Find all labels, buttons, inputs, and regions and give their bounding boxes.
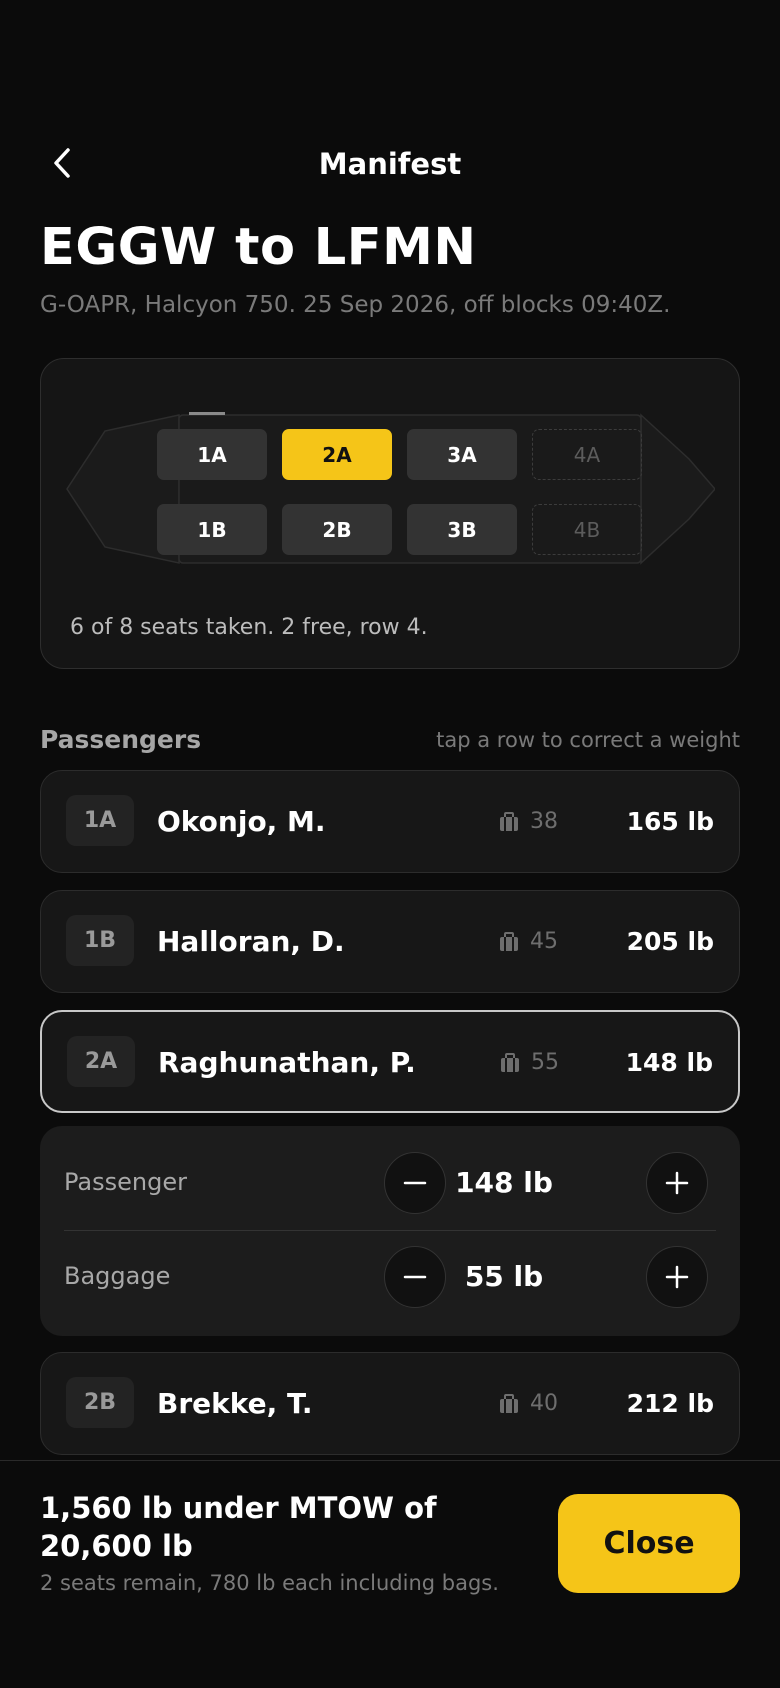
summary-footer: 1,560 lb under MTOW of 20,600 lb 2 seats… xyxy=(0,1460,780,1688)
minus-icon xyxy=(403,1275,427,1279)
passengers-hint: tap a row to correct a weight xyxy=(436,728,740,752)
seat-4B[interactable]: 4B xyxy=(532,504,642,555)
door-marker xyxy=(189,412,225,415)
baggage-weight-label: Baggage xyxy=(64,1262,171,1290)
passenger-name: Brekke, T. xyxy=(157,1387,313,1420)
minus-icon xyxy=(403,1181,427,1185)
passenger-row[interactable]: 2B Brekke, T. 40 212 lb xyxy=(40,1352,740,1455)
passenger-weight-row: Passenger 148 lb xyxy=(64,1148,716,1218)
divider xyxy=(64,1230,716,1231)
seat-map-card: 1A 2A 3A 4A 1B 2B 3B 4B 6 of 8 seats tak… xyxy=(40,358,740,669)
passenger-weight: 212 lb xyxy=(626,1389,714,1418)
passenger-name: Raghunathan, P. xyxy=(158,1046,416,1079)
suitcase-icon xyxy=(501,1052,519,1072)
route-title: EGGW to LFMN xyxy=(40,218,477,277)
seat-badge: 1B xyxy=(66,915,134,966)
page-title: Manifest xyxy=(318,147,462,181)
passenger-weight: 205 lb xyxy=(626,927,714,956)
passengers-heading: Passengers xyxy=(40,725,202,754)
passenger-row-selected[interactable]: 2A Raghunathan, P. 55 148 lb xyxy=(40,1010,740,1113)
suitcase-icon xyxy=(500,1393,518,1413)
passenger-name: Okonjo, M. xyxy=(157,805,326,838)
passenger-weight-label: Passenger xyxy=(64,1168,187,1196)
seat-3B[interactable]: 3B xyxy=(407,504,517,555)
seats-remaining-note: 2 seats remain, 780 lb each including ba… xyxy=(40,1571,499,1595)
nav-bar: Manifest xyxy=(0,135,780,195)
passenger-weight: 165 lb xyxy=(626,807,714,836)
passenger-row[interactable]: 1B Halloran, D. 45 205 lb xyxy=(40,890,740,993)
passenger-decrease-button[interactable] xyxy=(384,1152,446,1214)
plus-icon xyxy=(665,1265,689,1289)
baggage-increase-button[interactable] xyxy=(646,1246,708,1308)
baggage-weight-value: 55 lb xyxy=(464,1260,544,1293)
seat-4A[interactable]: 4A xyxy=(532,429,642,480)
baggage-weight: 45 xyxy=(530,929,558,954)
seat-summary: 6 of 8 seats taken. 2 free, row 4. xyxy=(70,615,428,640)
baggage-decrease-button[interactable] xyxy=(384,1246,446,1308)
seat-1A[interactable]: 1A xyxy=(157,429,267,480)
passenger-row[interactable]: 1A Okonjo, M. 38 165 lb xyxy=(40,770,740,873)
baggage-weight: 55 xyxy=(531,1050,559,1075)
passenger-weight: 148 lb xyxy=(625,1048,713,1077)
seat-3A[interactable]: 3A xyxy=(407,429,517,480)
seat-badge: 1A xyxy=(66,795,134,846)
passenger-increase-button[interactable] xyxy=(646,1152,708,1214)
flight-details: G-OAPR, Halcyon 750. 25 Sep 2026, off bl… xyxy=(40,292,671,318)
seat-badge: 2A xyxy=(67,1036,135,1087)
passenger-weight-value: 148 lb xyxy=(455,1166,553,1199)
seat-1B[interactable]: 1B xyxy=(157,504,267,555)
baggage-weight: 38 xyxy=(530,809,558,834)
passenger-name: Halloran, D. xyxy=(157,925,345,958)
baggage-weight: 40 xyxy=(530,1391,558,1416)
suitcase-icon xyxy=(500,931,518,951)
weight-editor: Passenger 148 lb Baggage 55 lb xyxy=(40,1126,740,1336)
mtow-summary: 1,560 lb under MTOW of 20,600 lb xyxy=(40,1491,437,1563)
close-button[interactable]: Close xyxy=(558,1494,740,1593)
suitcase-icon xyxy=(500,811,518,831)
plus-icon xyxy=(665,1171,689,1195)
seat-badge: 2B xyxy=(66,1377,134,1428)
seat-2B[interactable]: 2B xyxy=(282,504,392,555)
baggage-weight-row: Baggage 55 lb xyxy=(64,1242,716,1312)
seat-2A[interactable]: 2A xyxy=(282,429,392,480)
